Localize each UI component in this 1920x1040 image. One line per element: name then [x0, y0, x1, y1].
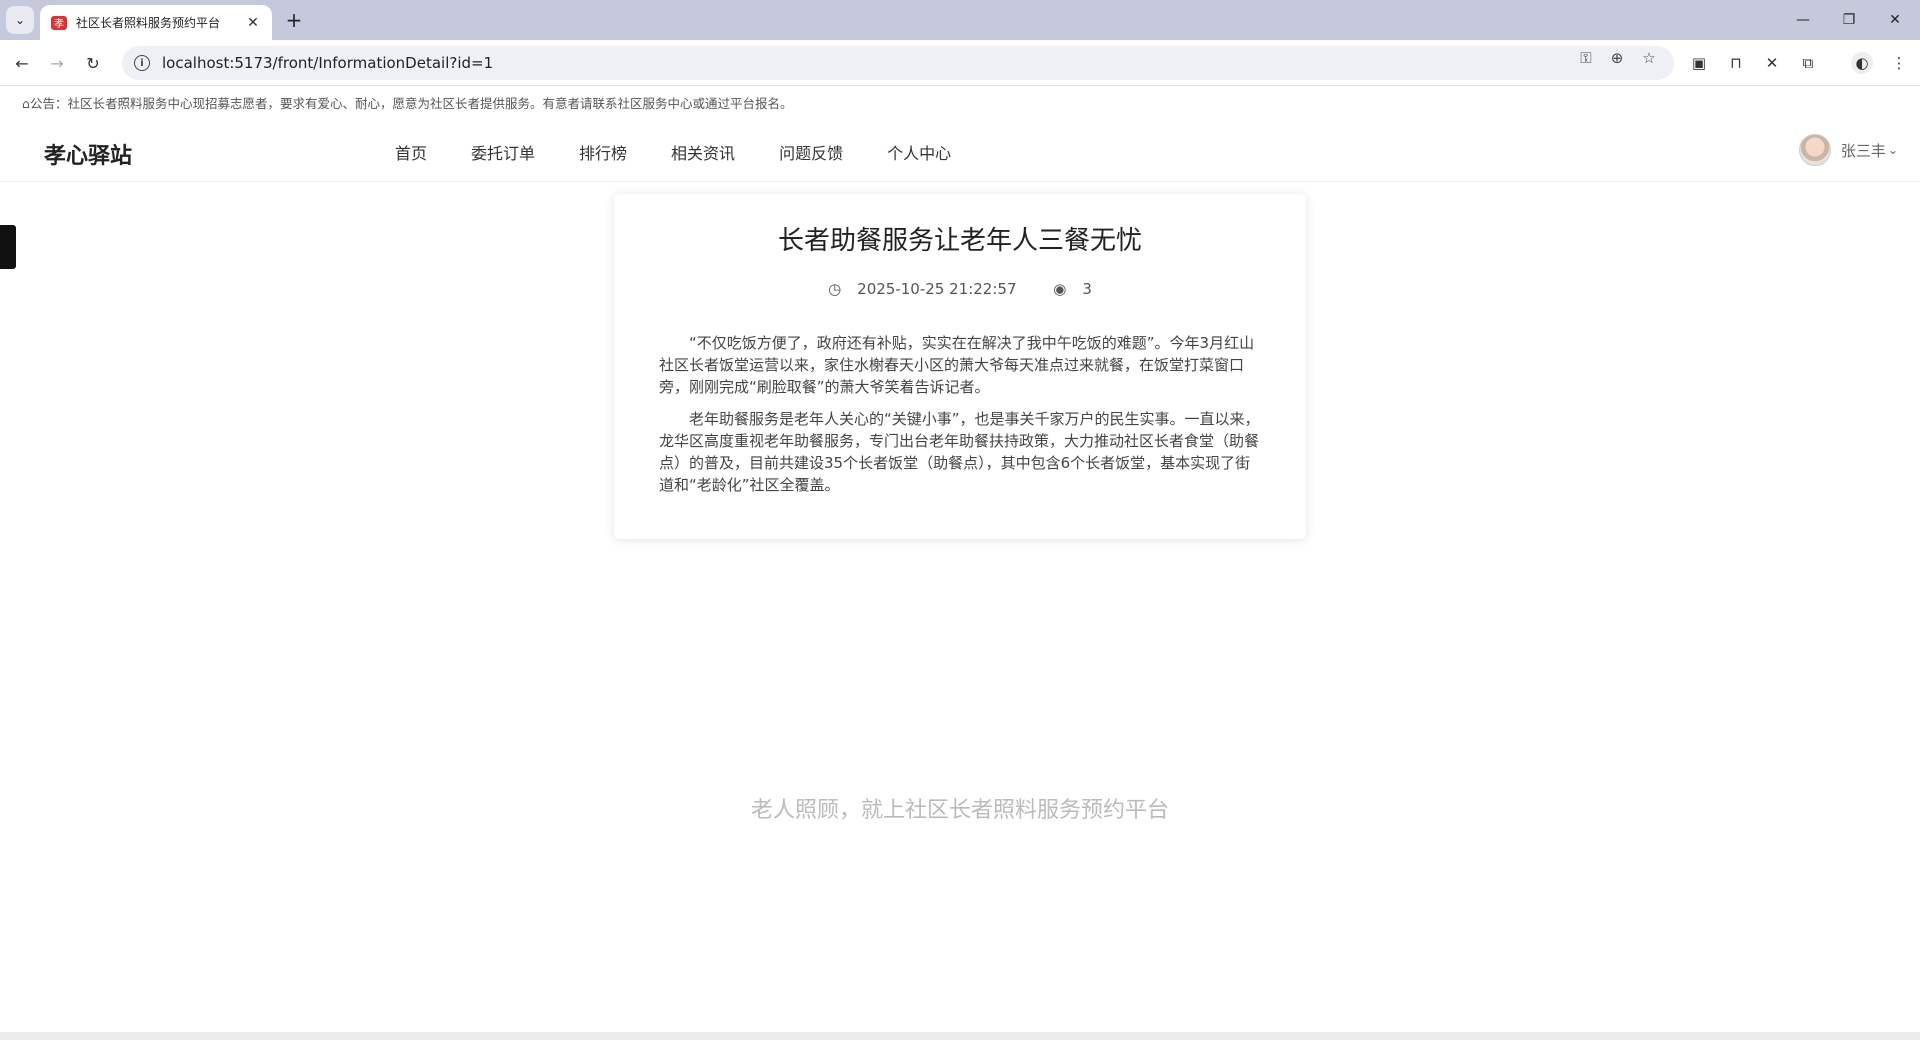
back-icon[interactable]: ← [9, 50, 35, 76]
nav-home[interactable]: 首页 [395, 140, 427, 164]
restore-button[interactable]: ❐ [1826, 0, 1872, 40]
chevron-down-icon[interactable]: ⌄ [1888, 143, 1898, 157]
side-drawer-tab[interactable] [0, 225, 16, 269]
tab-close-icon[interactable]: ✕ [244, 15, 262, 31]
article-paragraph: “不仅吃饭方便了，政府还有补贴，实实在在解决了我中午吃饭的难题”。今年3月红山社… [659, 334, 1255, 396]
tab-title: 社区长者照料服务预约平台 [76, 16, 221, 30]
zoom-icon[interactable]: ⊕ [1607, 49, 1627, 67]
clock-icon: ◷ [828, 280, 842, 298]
article-title: 长者助餐服务让老年人三餐无忧 [777, 226, 1142, 256]
browser-tab-bar: ⌄ 孝 社区长者照料服务预约平台 ✕ + — ❐ ✕ [0, 0, 1920, 40]
article-paragraph: 老年助餐服务是老年人关心的“关键小事”，也是事关千家万户的民生实事。一直以来，龙… [659, 410, 1260, 494]
reload-icon[interactable]: ↻ [80, 50, 106, 76]
tab-search-button[interactable]: ⌄ [6, 6, 34, 34]
profile-avatar-icon[interactable]: ◐ [1851, 52, 1873, 74]
nav-orders[interactable]: 委托订单 [471, 140, 535, 164]
user-menu[interactable]: 张三丰 ⌄ [1798, 134, 1898, 166]
page-bottom-bar [0, 1032, 1920, 1040]
bookmark-star-icon[interactable]: ☆ [1639, 49, 1659, 67]
bookmarks-icon[interactable]: ⊓ [1725, 52, 1747, 74]
article-meta: ◷ 2025-10-25 21:22:57 ◉ 3 [614, 280, 1306, 298]
avatar[interactable] [1798, 134, 1831, 166]
username[interactable]: 张三丰 [1841, 140, 1886, 161]
svg-text:孝: 孝 [54, 18, 64, 30]
site-header: 孝心驿站 首页 委托订单 排行榜 相关资讯 问题反馈 个人中心 张三丰 ⌄ [0, 120, 1920, 182]
nav-ranking[interactable]: 排行榜 [579, 140, 627, 164]
article-date: 2025-10-25 21:22:57 [857, 280, 1017, 298]
article-content: “不仅吃饭方便了，政府还有补贴，实实在在解决了我中午吃饭的难题”。今年3月红山社… [659, 332, 1261, 506]
nav-news[interactable]: 相关资讯 [671, 140, 735, 164]
url-text[interactable]: localhost:5173/front/InformationDetail?i… [162, 54, 493, 72]
extension-icon[interactable]: ▣ [1688, 52, 1710, 74]
extensions-puzzle-icon[interactable]: ⧉ [1797, 52, 1819, 74]
article-card: 长者助餐服务让老年人三餐无忧 ◷ 2025-10-25 21:22:57 ◉ 3 “… [614, 194, 1306, 539]
extension-x-icon[interactable]: ✕ [1761, 52, 1783, 74]
nav-feedback[interactable]: 问题反馈 [779, 140, 843, 164]
main-nav: 首页 委托订单 排行榜 相关资讯 问题反馈 个人中心 [395, 140, 995, 164]
site-logo[interactable]: 孝心驿站 [44, 138, 132, 170]
site-info-icon[interactable]: i [134, 55, 150, 71]
announcement-text: 公告：社区长者照料服务中心现招募志愿者，要求有爱心、耐心，愿意为社区长者提供服务… [29, 96, 793, 111]
close-window-button[interactable]: ✕ [1872, 0, 1918, 40]
announcement-bar: ⌂公告：社区长者照料服务中心现招募志愿者，要求有爱心、耐心，愿意为社区长者提供服… [22, 93, 792, 112]
article-views: 3 [1082, 280, 1092, 298]
new-tab-button[interactable]: + [282, 8, 306, 32]
minimize-button[interactable]: — [1780, 0, 1826, 40]
address-bar[interactable]: i localhost:5173/front/InformationDetail… [122, 46, 1674, 80]
forward-icon[interactable]: → [44, 50, 70, 76]
site-favicon-icon: 孝 [51, 15, 67, 30]
password-key-icon[interactable]: ⚿ [1576, 49, 1596, 67]
browser-menu-icon[interactable]: ⋮ [1888, 52, 1910, 74]
bell-icon: ⌂ [22, 96, 30, 111]
footer-slogan: 老人照顾，就上社区长者照料服务预约平台 [750, 798, 1169, 823]
active-tab[interactable]: 孝 社区长者照料服务预约平台 ✕ [40, 5, 272, 40]
browser-toolbar: ← → ↻ i localhost:5173/front/Information… [0, 40, 1920, 86]
nav-profile[interactable]: 个人中心 [887, 140, 951, 164]
eye-icon: ◉ [1053, 280, 1067, 298]
